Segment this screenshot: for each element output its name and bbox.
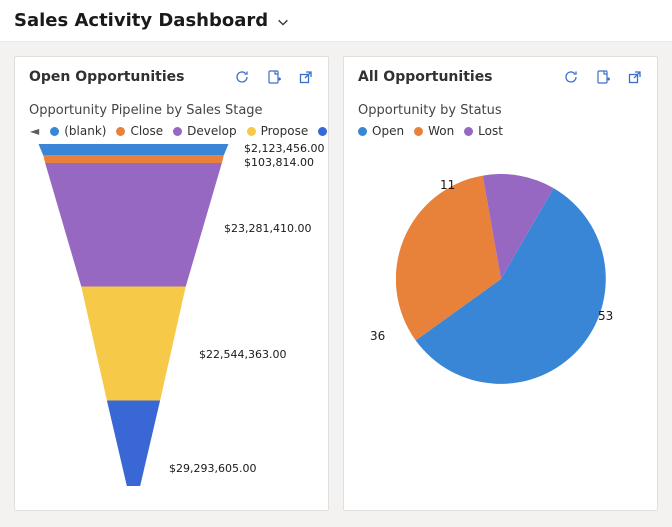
legend-item[interactable]: (blank) — [50, 124, 106, 138]
funnel-value-label: $103,814.00 — [244, 156, 314, 169]
legend-item[interactable] — [318, 127, 327, 136]
legend-item[interactable]: Propose — [247, 124, 309, 138]
funnel-chart: $2,123,456.00 $103,814.00 $23,281,410.00… — [29, 144, 314, 498]
chart-title: Opportunity by Status — [358, 103, 643, 118]
swatch-icon — [464, 127, 473, 136]
swatch-icon — [414, 127, 423, 136]
page-header: Sales Activity Dashboard — [0, 0, 672, 42]
refresh-icon[interactable] — [563, 69, 579, 85]
card-header: All Opportunities — [358, 69, 643, 85]
swatch-icon — [358, 127, 367, 136]
pie-value-label: 36 — [370, 329, 385, 343]
card-open-opportunities: Open Opportunities Opportunity Pipeline … — [14, 56, 329, 511]
dashboard-grid: Open Opportunities Opportunity Pipeline … — [0, 42, 672, 525]
pie-chart: 53 36 11 — [358, 144, 643, 498]
pie-value-label: 53 — [598, 309, 613, 323]
card-header: Open Opportunities — [29, 69, 314, 85]
funnel-value-label: $29,293,605.00 — [169, 462, 256, 475]
popout-icon[interactable] — [627, 69, 643, 85]
legend-item[interactable]: Develop — [173, 124, 236, 138]
card-all-opportunities: All Opportunities Opportunity by Status … — [343, 56, 658, 511]
legend-item[interactable]: Open — [358, 124, 404, 138]
legend-item[interactable]: Close — [116, 124, 163, 138]
swatch-icon — [116, 127, 125, 136]
card-title: All Opportunities — [358, 69, 493, 85]
legend-item[interactable]: Lost — [464, 124, 503, 138]
funnel-value-label: $2,123,456.00 — [244, 142, 324, 155]
legend-item[interactable]: Won — [414, 124, 454, 138]
swatch-icon — [173, 127, 182, 136]
card-title: Open Opportunities — [29, 69, 184, 85]
records-icon[interactable] — [595, 69, 611, 85]
funnel-svg — [29, 144, 314, 498]
funnel-legend: ◄ (blank) Close Develop Propose ► — [29, 124, 314, 138]
swatch-icon — [50, 127, 59, 136]
popout-icon[interactable] — [298, 69, 314, 85]
pie-svg — [396, 174, 606, 384]
legend-prev-icon[interactable]: ◄ — [29, 124, 40, 138]
refresh-icon[interactable] — [234, 69, 250, 85]
funnel-value-label: $23,281,410.00 — [224, 222, 311, 235]
card-actions — [234, 69, 314, 85]
pie-value-label: 11 — [440, 178, 455, 192]
chart-title: Opportunity Pipeline by Sales Stage — [29, 103, 314, 118]
funnel-value-label: $22,544,363.00 — [199, 348, 286, 361]
card-actions — [563, 69, 643, 85]
swatch-icon — [318, 127, 327, 136]
pie-legend: Open Won Lost — [358, 124, 643, 138]
swatch-icon — [247, 127, 256, 136]
records-icon[interactable] — [266, 69, 282, 85]
page-title: Sales Activity Dashboard — [14, 10, 268, 31]
chevron-down-icon[interactable] — [276, 14, 290, 28]
